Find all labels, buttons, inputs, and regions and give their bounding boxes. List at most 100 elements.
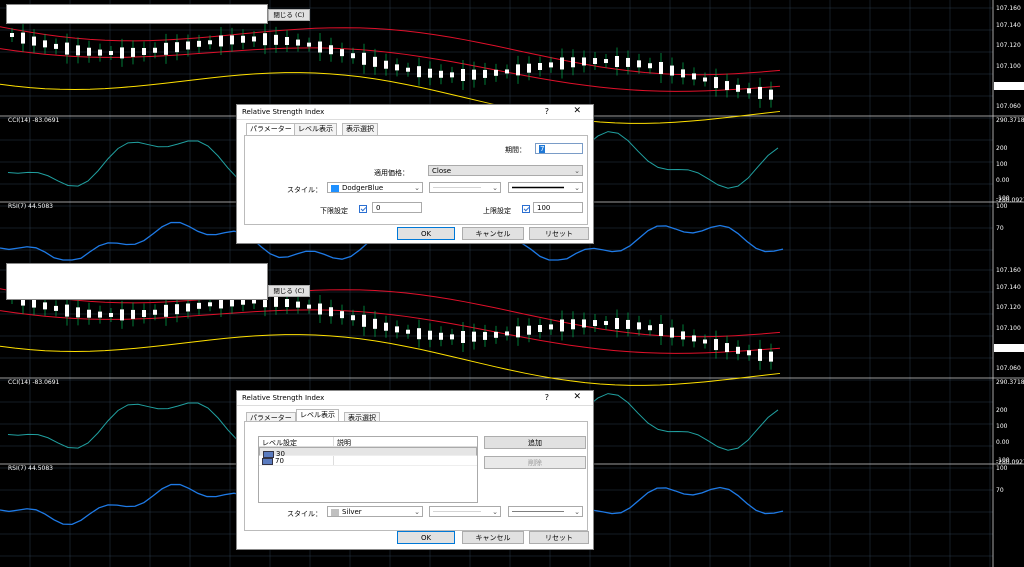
candle-body — [351, 53, 355, 59]
thick-line-icon — [512, 186, 564, 189]
candle-body — [428, 330, 432, 340]
candle-body — [604, 59, 608, 64]
candle-body — [109, 312, 113, 317]
candle-body — [527, 63, 531, 73]
close-button-top[interactable]: 閉じる (C) — [268, 9, 310, 21]
rsi-dialog-levels: Relative Strength Index ? ✕ パラメーター レベル表示… — [236, 390, 594, 550]
line-style-select[interactable]: ⌄ — [429, 506, 501, 517]
candle-body — [219, 35, 223, 47]
candle-body — [43, 302, 47, 310]
cancel-button[interactable]: キャンセル — [462, 227, 524, 240]
cci-axis-label: 0.00 — [996, 439, 1010, 446]
parameters-panel: 期間： 7 適用価格： Close ⌄ スタイル： DodgerBlue ⌄ ⌄ ⌄… — [244, 135, 588, 225]
candle-body — [296, 301, 300, 308]
price-axis-label: 107.100 — [996, 63, 1021, 70]
min-checkbox[interactable] — [359, 205, 367, 213]
price-axis-label: 107.060 — [996, 103, 1021, 110]
period-input[interactable]: 7 — [535, 143, 583, 154]
candle-body — [516, 64, 520, 76]
dialog-titlebar: Relative Strength Index ? ✕ — [237, 391, 593, 406]
dialog-title: Relative Strength Index — [242, 394, 325, 402]
candle-body — [87, 309, 91, 318]
dotted-line-icon — [433, 187, 481, 188]
style-label: スタイル： — [287, 510, 322, 518]
candle-body — [648, 325, 652, 331]
candle-body — [692, 335, 696, 342]
style-color-select[interactable]: DodgerBlue ⌄ — [327, 182, 423, 193]
cci-axis-label: 290.3718 — [996, 117, 1024, 124]
chevron-down-icon: ⌄ — [492, 508, 498, 516]
candle-body — [659, 61, 663, 74]
candle-body — [197, 40, 201, 47]
candle-body — [340, 311, 344, 319]
candle-body — [274, 296, 278, 307]
max-input[interactable]: 100 — [533, 202, 583, 213]
cci-axis-label: 200 — [996, 407, 1008, 414]
candle-body — [439, 70, 443, 78]
candle-body — [461, 68, 465, 81]
cci-label: CCI(14) -83.0691 — [8, 117, 60, 124]
line-style-select[interactable]: ⌄ — [429, 182, 501, 193]
candle-body — [120, 47, 124, 59]
ok-button[interactable]: OK — [397, 531, 455, 544]
help-icon[interactable]: ? — [545, 393, 549, 402]
help-icon[interactable]: ? — [545, 107, 549, 116]
close-icon[interactable]: ✕ — [573, 392, 581, 402]
candle-body — [505, 69, 509, 74]
candle-body — [758, 348, 762, 361]
table-row[interactable]: 30 — [259, 447, 477, 458]
add-button[interactable]: 追加 — [484, 436, 586, 449]
period-value: 7 — [539, 145, 546, 153]
candle-body — [417, 66, 421, 78]
candle-body — [208, 40, 212, 45]
max-value: 100 — [537, 204, 551, 212]
min-input[interactable]: 0 — [372, 202, 422, 213]
delete-button[interactable]: 削除 — [484, 456, 586, 469]
close-icon[interactable]: ✕ — [573, 106, 581, 116]
cancel-button[interactable]: キャンセル — [462, 531, 524, 544]
candle-body — [714, 339, 718, 351]
top-left-panel — [6, 4, 268, 24]
max-checkbox[interactable] — [522, 205, 530, 213]
table-row[interactable]: 70 — [259, 456, 477, 466]
ok-button[interactable]: OK — [397, 227, 455, 240]
candle-body — [263, 33, 267, 46]
candle-body — [571, 57, 575, 68]
tab-visualization[interactable]: 表示選択 — [342, 123, 378, 135]
candle-body — [362, 314, 366, 327]
candle-body — [637, 60, 641, 68]
candle-body — [549, 62, 553, 68]
reset-button[interactable]: リセット — [529, 531, 589, 544]
cci-axis-label: 100 — [996, 161, 1008, 168]
line-width-select[interactable]: ⌄ — [508, 182, 583, 193]
candle-body — [186, 41, 190, 50]
cci-label: CCI(14) -83.0691 — [8, 379, 60, 386]
candle-body — [571, 319, 575, 330]
candle-body — [560, 57, 564, 70]
candle-body — [296, 39, 300, 46]
candle-body — [120, 309, 124, 321]
apply-price-label: 適用価格： — [374, 169, 409, 177]
candle-body — [758, 86, 762, 99]
apply-price-select[interactable]: Close ⌄ — [428, 165, 583, 176]
style-label: スタイル： — [287, 186, 322, 194]
candle-body — [472, 331, 476, 342]
style-color-select[interactable]: Silver ⌄ — [327, 506, 423, 517]
close-button-mid[interactable]: 閉じる (C) — [268, 285, 310, 297]
max-label: 上限設定 — [483, 207, 511, 215]
candle-body — [362, 52, 366, 65]
candle-body — [406, 67, 410, 72]
reset-button[interactable]: リセット — [529, 227, 589, 240]
cci-axis-label: 0.00 — [996, 177, 1010, 184]
candle-body — [307, 304, 311, 309]
price-axis-label: 107.140 — [996, 22, 1021, 29]
candle-body — [98, 49, 102, 56]
dotted-line-icon — [433, 511, 481, 512]
candle-body — [494, 69, 498, 76]
cci-axis-label: 100 — [996, 423, 1008, 430]
rsi-dialog-parameters: Relative Strength Index ? ✕ パラメーター レベル表示… — [236, 104, 594, 244]
candle-body — [604, 321, 608, 326]
tab-levels[interactable]: レベル表示 — [294, 123, 337, 135]
dialog-titlebar: Relative Strength Index ? ✕ — [237, 105, 593, 120]
line-width-select[interactable]: ⌄ — [508, 506, 583, 517]
